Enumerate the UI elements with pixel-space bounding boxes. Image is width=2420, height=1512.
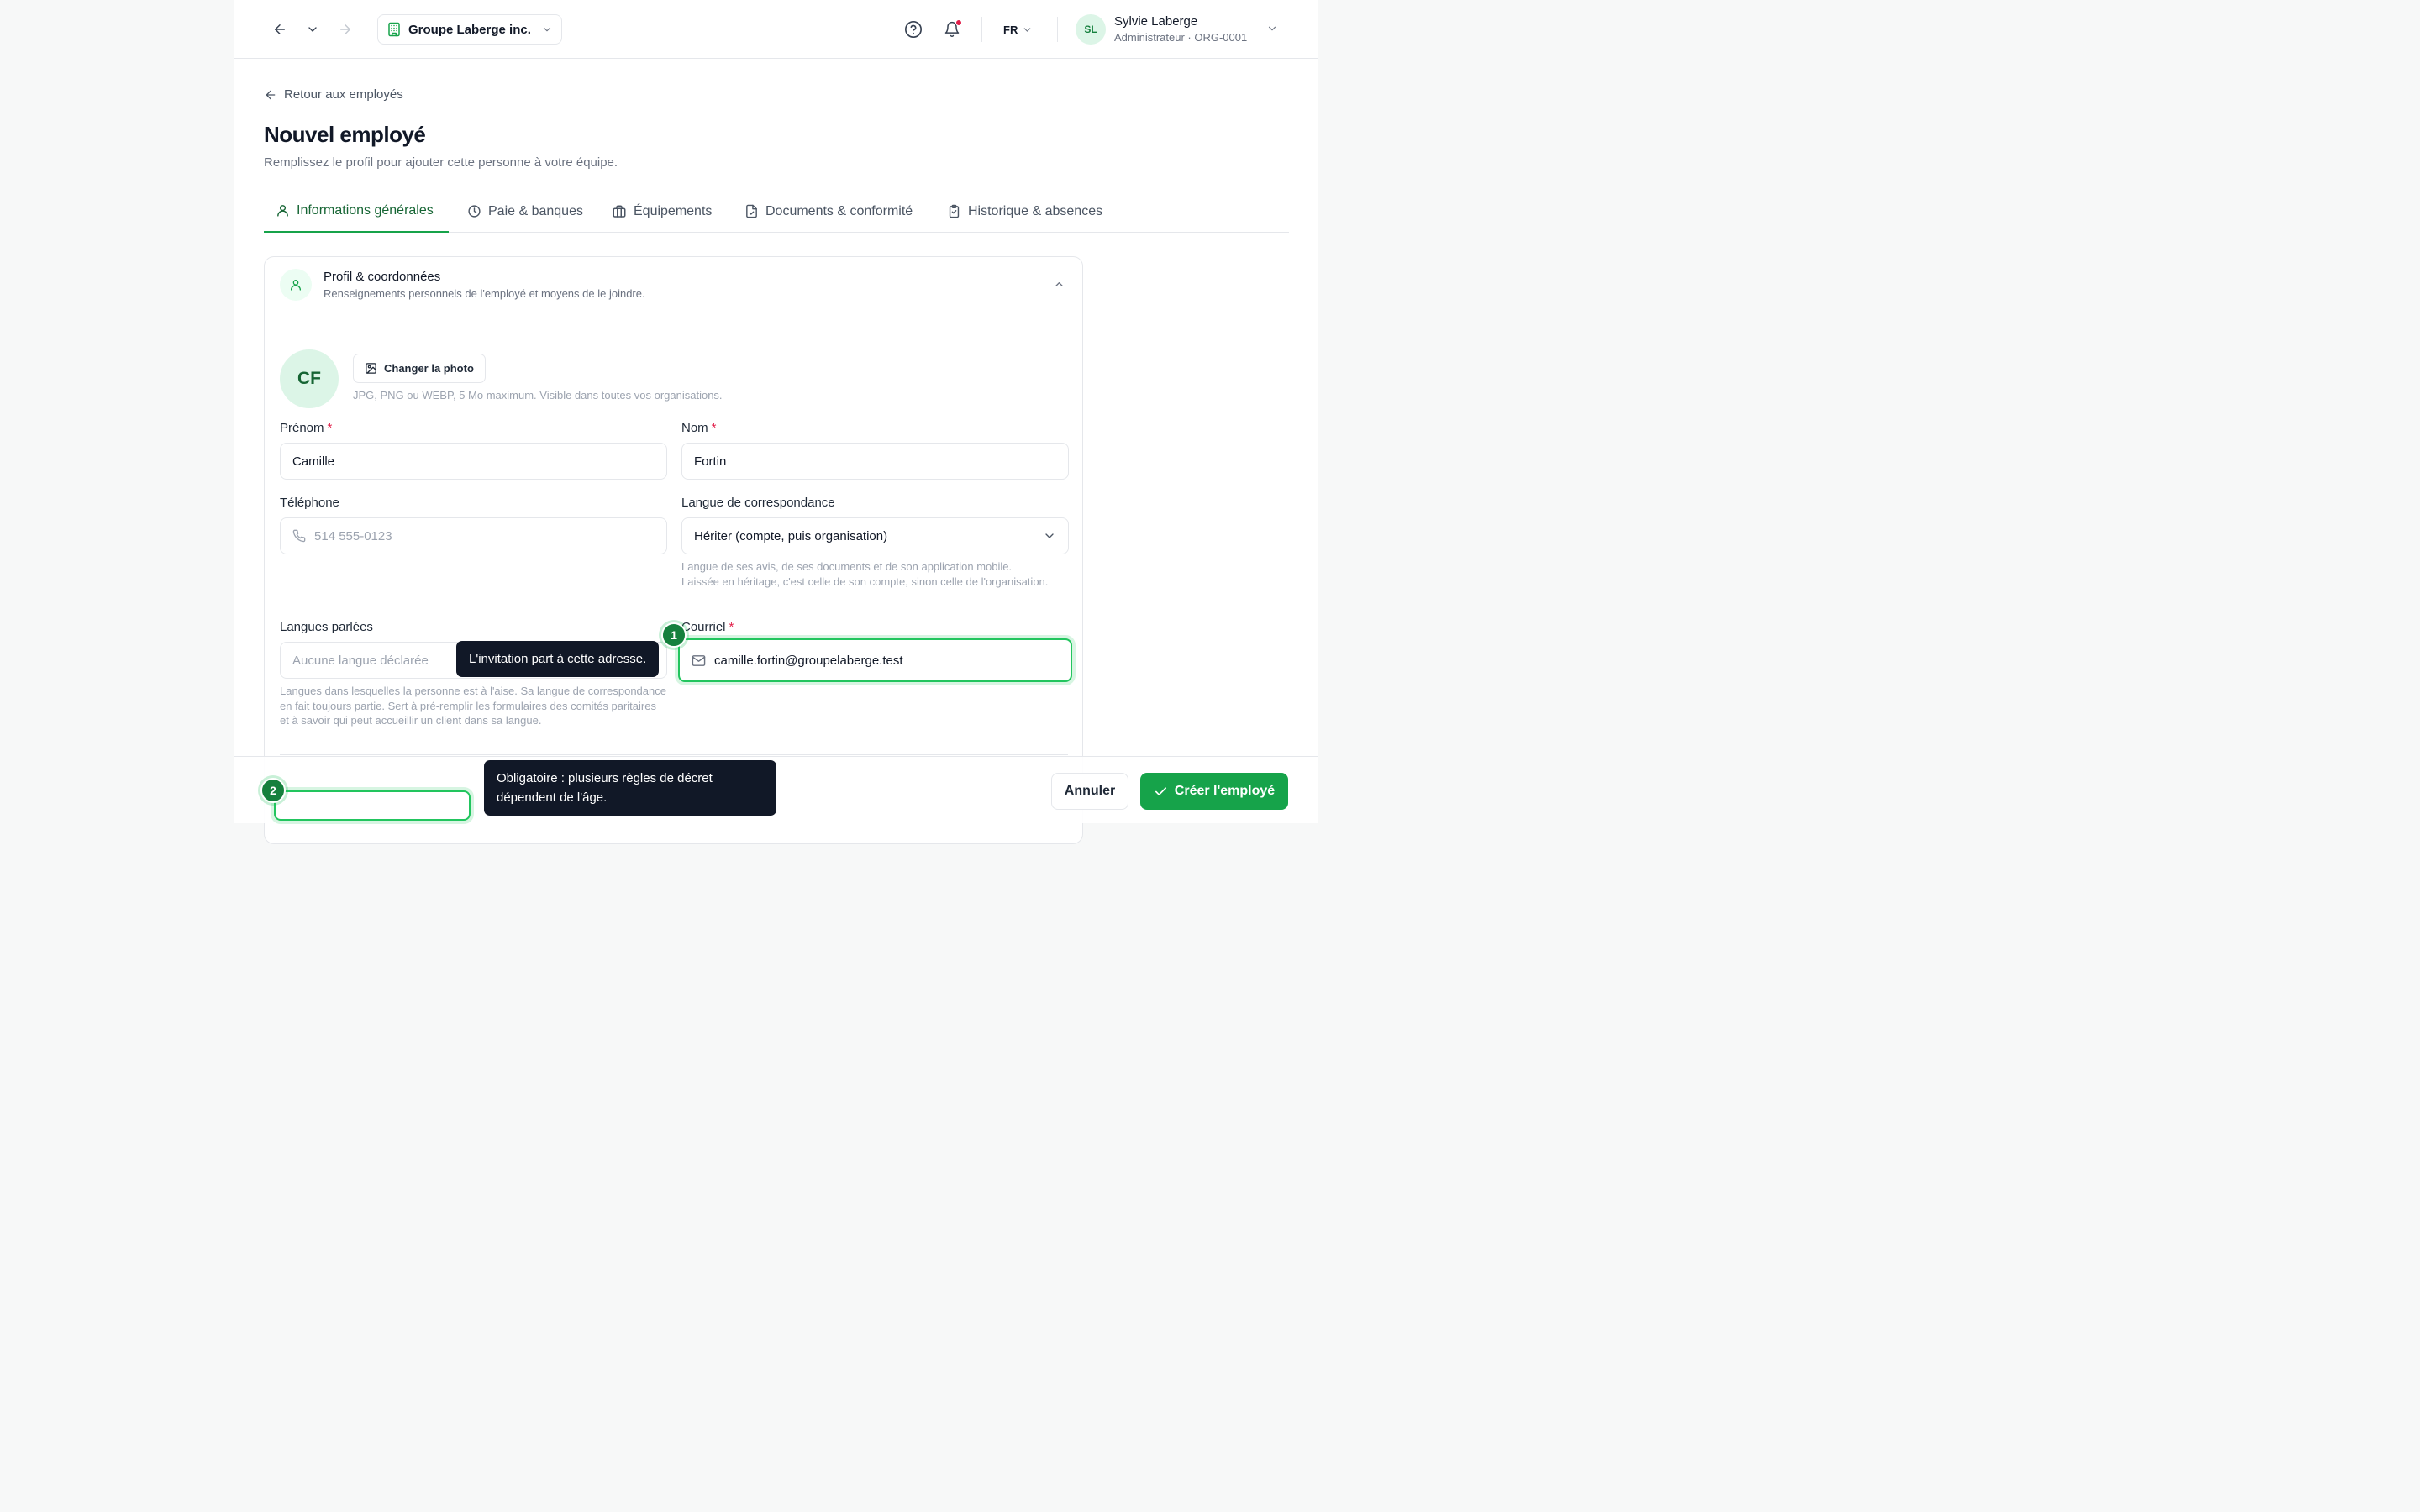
tab-history-absences[interactable]: Historique & absences <box>935 190 1114 233</box>
tour-step-1-badge: 1 <box>661 622 687 648</box>
tour-step-2-badge: 2 <box>260 778 286 803</box>
section-header[interactable]: Profil & coordonnées Renseignements pers… <box>265 257 1082 312</box>
email-label: Courriel * <box>681 620 734 634</box>
back-link-label: Retour aux employés <box>284 87 403 102</box>
section-description: Renseignements personnels de l'employé e… <box>324 287 645 300</box>
photo-hint: JPG, PNG ou WEBP, 5 Mo maximum. Visible … <box>353 389 723 402</box>
employee-avatar: CF <box>280 349 339 408</box>
correspondence-language-help: Langue de ses avis, de ses documents et … <box>681 560 1049 588</box>
tab-label: Historique & absences <box>968 203 1103 218</box>
email-value: camille.fortin@groupelaberge.test <box>714 653 903 668</box>
last-name-label-text: Nom <box>681 421 708 435</box>
user-menu-chevron-icon[interactable] <box>1266 23 1278 34</box>
top-bar: Groupe Laberge inc. FR SL Sylvie Laberge… <box>234 0 1318 59</box>
chevron-down-icon <box>541 24 553 35</box>
required-marker: * <box>711 421 717 435</box>
notification-dot <box>955 19 962 26</box>
cancel-button[interactable]: Annuler <box>1051 773 1128 810</box>
header-divider <box>1057 17 1058 42</box>
tab-label: Informations générales <box>297 202 434 218</box>
correspondence-language-value: Hériter (compte, puis organisation) <box>694 528 888 543</box>
chevron-up-icon[interactable] <box>1053 278 1065 291</box>
last-name-value: Fortin <box>694 454 727 469</box>
arrow-left-icon <box>264 88 277 102</box>
check-icon <box>1154 785 1168 799</box>
user-role: Administrateur · ORG-0001 <box>1114 31 1248 44</box>
building-icon <box>387 22 402 37</box>
tab-payroll-banking[interactable]: Paie & banques <box>455 190 595 233</box>
email-input[interactable]: camille.fortin@groupelaberge.test <box>678 638 1072 682</box>
chevron-down-icon <box>1022 24 1033 35</box>
spoken-languages-placeholder: Aucune langue déclarée <box>292 653 429 668</box>
first-name-value: Camille <box>292 454 335 469</box>
main-content: Groupe Laberge inc. FR SL Sylvie Laberge… <box>234 0 1318 844</box>
card-divider <box>280 754 1068 755</box>
back-to-employees-link[interactable]: Retour aux employés <box>264 87 403 102</box>
header-divider <box>981 17 982 42</box>
tab-label: Paie & banques <box>488 203 583 218</box>
tab-label: Équipements <box>634 203 713 218</box>
chevron-down-icon <box>1043 529 1056 543</box>
phone-label: Téléphone <box>280 496 339 510</box>
tour-step-1-tooltip: L'invitation part à cette adresse. <box>456 641 660 677</box>
phone-input[interactable]: 514 555-0123 <box>280 517 667 554</box>
email-label-text: Courriel <box>681 620 726 634</box>
phone-icon <box>292 529 306 543</box>
tab-label: Documents & conformité <box>765 203 913 218</box>
image-icon <box>365 362 377 375</box>
tab-general-info[interactable]: Informations générales <box>264 190 449 233</box>
highlighted-date-of-birth-field[interactable] <box>274 790 471 821</box>
required-marker: * <box>729 620 734 634</box>
user-name[interactable]: Sylvie Laberge <box>1114 14 1197 29</box>
phone-placeholder: 514 555-0123 <box>314 528 392 543</box>
forward-arrow-icon[interactable] <box>334 18 356 40</box>
tour-step-2-tooltip: Obligatoire : plusieurs règles de décret… <box>484 760 776 816</box>
last-name-label: Nom * <box>681 421 717 435</box>
tab-documents-compliance[interactable]: Documents & conformité <box>733 190 924 233</box>
user-icon <box>276 203 290 218</box>
briefcase-icon <box>612 204 627 219</box>
history-chevron-down-icon[interactable] <box>302 18 324 40</box>
first-name-input[interactable]: Camille <box>280 443 667 480</box>
change-photo-button[interactable]: Changer la photo <box>353 354 486 383</box>
spoken-languages-help: Langues dans lesquelles la personne est … <box>280 685 666 727</box>
help-icon[interactable] <box>902 18 924 40</box>
section-title: Profil & coordonnées <box>324 270 441 284</box>
bell-icon[interactable] <box>941 18 963 40</box>
page-title: Nouvel employé <box>264 122 426 147</box>
language-switcher[interactable]: FR <box>1003 20 1033 39</box>
change-photo-label: Changer la photo <box>384 362 474 375</box>
file-check-icon <box>744 204 759 218</box>
required-marker: * <box>327 421 333 435</box>
clipboard-icon <box>947 204 961 218</box>
back-arrow-icon[interactable] <box>269 18 291 40</box>
correspondence-language-select[interactable]: Hériter (compte, puis organisation) <box>681 517 1069 554</box>
language-code: FR <box>1003 23 1018 36</box>
first-name-label: Prénom * <box>280 421 332 435</box>
last-name-input[interactable]: Fortin <box>681 443 1069 480</box>
create-employee-button[interactable]: Créer l'employé <box>1140 773 1288 810</box>
page-subtitle: Remplissez le profil pour ajouter cette … <box>264 155 618 170</box>
tab-equipment[interactable]: Équipements <box>600 190 723 233</box>
first-name-label-text: Prénom <box>280 421 324 435</box>
user-icon <box>280 269 312 301</box>
correspondence-language-label: Langue de correspondance <box>681 496 835 510</box>
organization-switcher[interactable]: Groupe Laberge inc. <box>377 14 562 45</box>
organization-name: Groupe Laberge inc. <box>408 22 531 37</box>
clock-icon <box>467 204 481 218</box>
tab-bar: Informations générales Paie & banques Éq… <box>264 190 1289 233</box>
user-avatar[interactable]: SL <box>1076 14 1106 45</box>
create-employee-label: Créer l'employé <box>1174 784 1276 798</box>
mail-icon <box>692 654 706 668</box>
spoken-languages-label: Langues parlées <box>280 620 373 634</box>
